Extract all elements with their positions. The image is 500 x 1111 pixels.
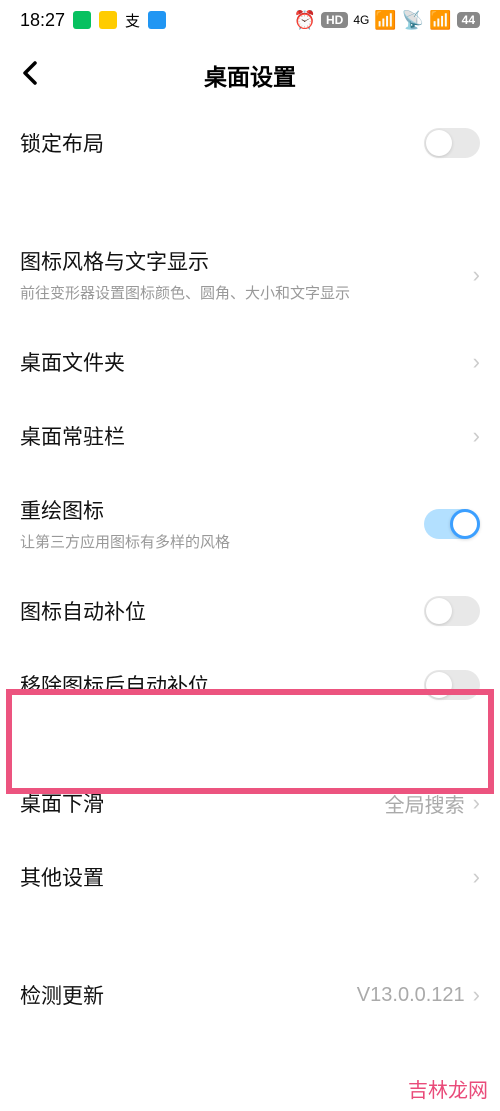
row-swipe-down[interactable]: 桌面下滑 全局搜索 ›: [20, 766, 480, 840]
row-subtitle: 前往变形器设置图标颜色、圆角、大小和文字显示: [20, 282, 473, 303]
row-title: 移除图标后自动补位: [20, 670, 424, 700]
row-other[interactable]: 其他设置 ›: [20, 840, 480, 914]
chevron-right-icon: ›: [473, 423, 480, 449]
row-update[interactable]: 检测更新 V13.0.0.121 ›: [20, 958, 480, 1032]
status-time: 18:27: [20, 10, 65, 31]
toggle-redraw[interactable]: [424, 509, 480, 539]
row-icon-style[interactable]: 图标风格与文字显示 前往变形器设置图标颜色、圆角、大小和文字显示 ›: [20, 224, 480, 325]
row-title: 图标自动补位: [20, 596, 424, 626]
row-title: 其他设置: [20, 862, 473, 892]
chevron-right-icon: ›: [473, 864, 480, 890]
row-value: 全局搜索: [385, 789, 465, 818]
row-value: V13.0.0.121: [357, 984, 465, 1007]
app-icon-2: [148, 11, 166, 29]
wifi-icon-2: 📶: [429, 10, 451, 31]
status-left: 18:27 支: [20, 10, 166, 31]
row-title: 检测更新: [20, 980, 357, 1010]
app-icon: [99, 11, 117, 29]
signal-4g: 4G: [353, 13, 369, 27]
chevron-right-icon: ›: [473, 262, 480, 288]
battery-badge: 44: [457, 12, 480, 28]
status-bar: 18:27 支 ⏰ HD 4G 📶 📡 📶 44: [0, 0, 500, 40]
row-title: 重绘图标: [20, 495, 424, 525]
toggle-remove-autofill[interactable]: [424, 670, 480, 700]
alarm-icon: ⏰: [294, 10, 316, 31]
row-title: 桌面常驻栏: [20, 421, 473, 451]
content: 锁定布局 图标风格与文字显示 前往变形器设置图标颜色、圆角、大小和文字显示 › …: [0, 110, 500, 1032]
hd-badge: HD: [321, 12, 348, 28]
row-dock[interactable]: 桌面常驻栏 ›: [20, 399, 480, 473]
alipay-icon: 支: [125, 10, 140, 31]
page-title: 桌面设置: [204, 58, 296, 92]
row-title: 桌面文件夹: [20, 347, 473, 377]
row-folder[interactable]: 桌面文件夹 ›: [20, 325, 480, 399]
watermark: 吉林龙网: [408, 1074, 488, 1103]
row-title: 锁定布局: [20, 128, 424, 158]
row-remove-autofill[interactable]: 移除图标后自动补位: [20, 648, 480, 722]
chevron-right-icon: ›: [473, 982, 480, 1008]
wechat-icon: [73, 11, 91, 29]
row-subtitle: 让第三方应用图标有多样的风格: [20, 531, 424, 552]
chevron-right-icon: ›: [473, 790, 480, 816]
wifi-icon: 📡: [402, 10, 424, 31]
status-right: ⏰ HD 4G 📶 📡 📶 44: [294, 10, 480, 31]
row-redraw[interactable]: 重绘图标 让第三方应用图标有多样的风格: [20, 473, 480, 574]
nav-bar: 桌面设置: [0, 40, 500, 110]
row-title: 图标风格与文字显示: [20, 246, 473, 276]
back-button[interactable]: [20, 59, 40, 92]
row-title: 桌面下滑: [20, 788, 385, 818]
toggle-autofill[interactable]: [424, 596, 480, 626]
signal-icon: 📶: [374, 10, 396, 31]
chevron-right-icon: ›: [473, 349, 480, 375]
row-lock-layout[interactable]: 锁定布局: [20, 110, 480, 180]
row-autofill[interactable]: 图标自动补位: [20, 574, 480, 648]
toggle-lock-layout[interactable]: [424, 128, 480, 158]
